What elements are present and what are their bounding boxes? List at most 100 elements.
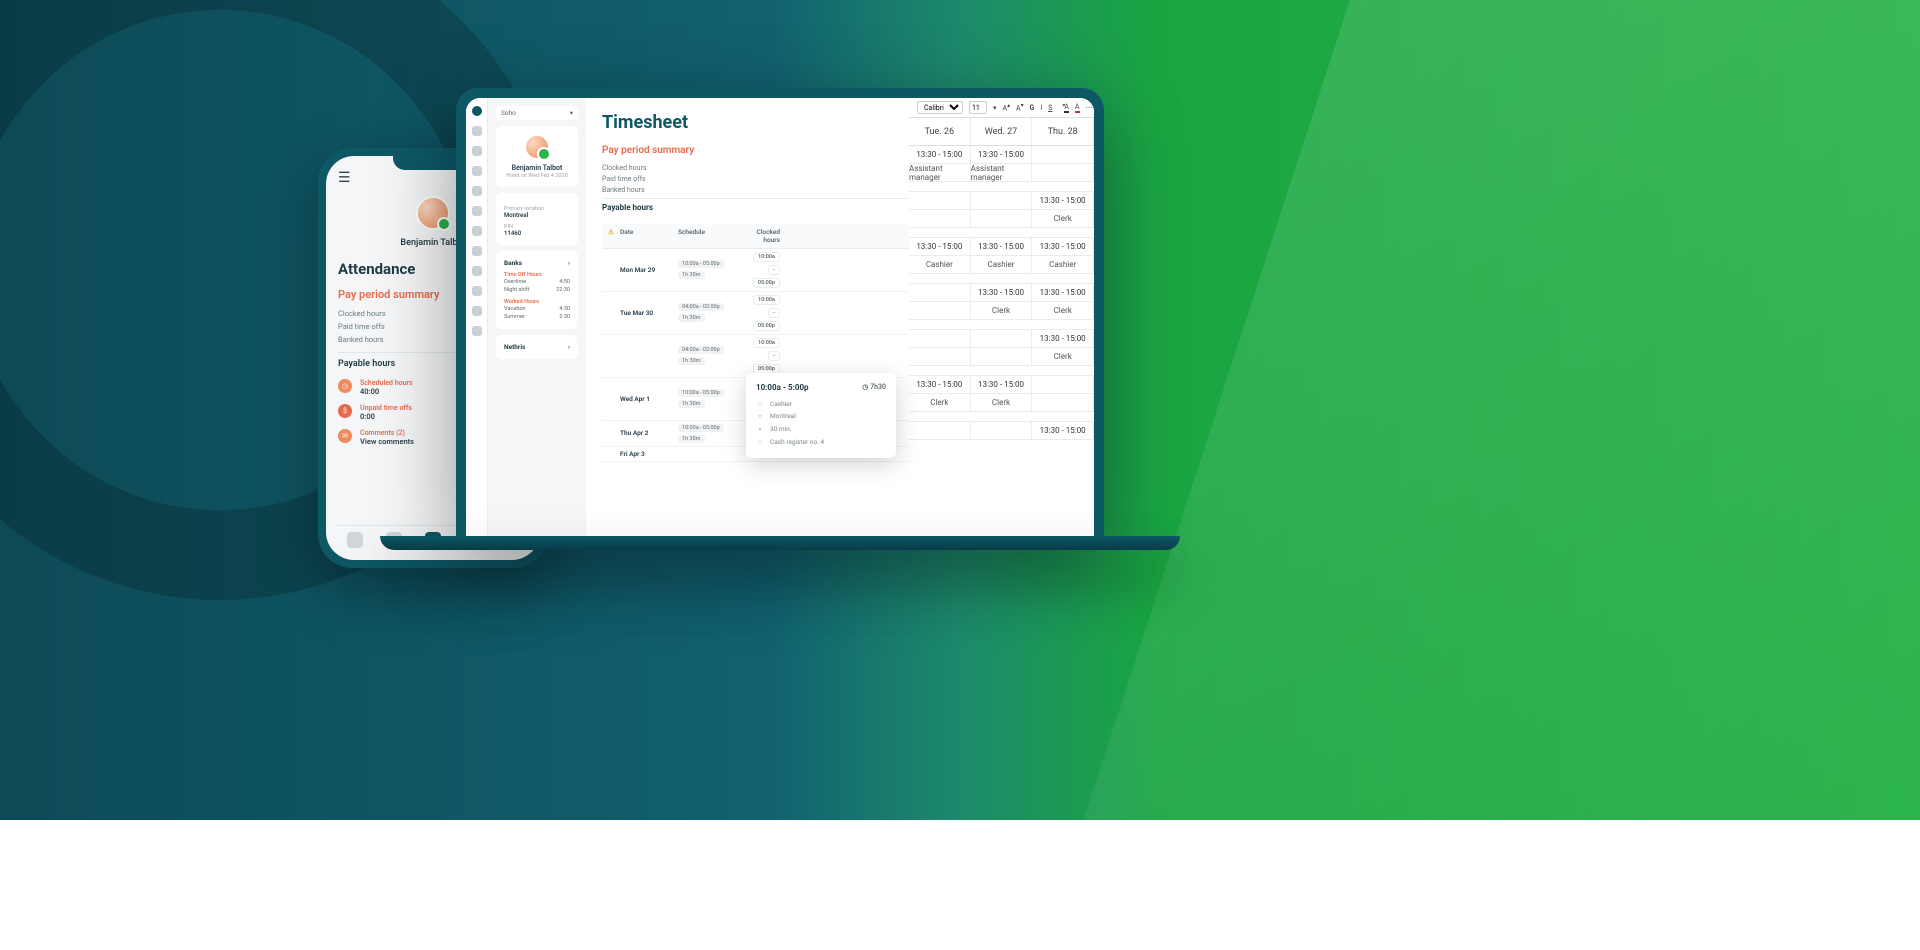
- sheet-row[interactable]: Assistant managerAssistant manager: [909, 164, 1094, 182]
- sheet-row[interactable]: [909, 320, 1094, 330]
- col-header[interactable]: Wed. 27: [971, 118, 1033, 145]
- sheet-row[interactable]: CashierCashierCashier: [909, 256, 1094, 274]
- sheet-cell[interactable]: Cashier: [1032, 256, 1094, 273]
- sheet-cell[interactable]: 13:30 - 15:00: [1032, 422, 1094, 439]
- sheet-cell[interactable]: Clerk: [1032, 210, 1094, 227]
- chevron-right-icon[interactable]: ›: [568, 259, 570, 267]
- font-grow-icon[interactable]: A▴: [1003, 103, 1011, 112]
- popover-register: Cash register no. 4: [770, 438, 824, 446]
- sheet-cell[interactable]: Assistant manager: [909, 164, 971, 181]
- sheet-cell[interactable]: Clerk: [909, 394, 971, 411]
- sheet-cell[interactable]: [909, 192, 971, 209]
- sheet-cell[interactable]: 13:30 - 15:00: [1032, 330, 1094, 347]
- banks-card: Banks› Time Off Hours Overtime4:50 Night…: [496, 251, 578, 329]
- view-comments-link[interactable]: View comments: [360, 437, 414, 446]
- sheet-cell[interactable]: Clerk: [1032, 348, 1094, 365]
- font-size-input[interactable]: [969, 101, 987, 114]
- sheet-row[interactable]: [909, 274, 1094, 284]
- underline-button[interactable]: S: [1048, 104, 1052, 112]
- sheet-row[interactable]: Clerk: [909, 348, 1094, 366]
- font-color-button[interactable]: A: [1075, 103, 1080, 113]
- font-select[interactable]: Calibri: [917, 101, 963, 114]
- chevron-down-icon[interactable]: ▾: [993, 104, 997, 112]
- sheet-cell[interactable]: 13:30 - 15:00: [909, 238, 971, 255]
- sheet-body[interactable]: 13:30 - 15:0013:30 - 15:00Assistant mana…: [909, 146, 1094, 540]
- col-header[interactable]: Thu. 28: [1032, 118, 1094, 145]
- sheet-row[interactable]: ClerkClerk: [909, 394, 1094, 412]
- sheet-cell[interactable]: 13:30 - 15:00: [971, 284, 1033, 301]
- nav-people-icon[interactable]: [472, 166, 482, 176]
- sheet-cell[interactable]: [909, 210, 971, 227]
- user-avatar[interactable]: [416, 196, 450, 230]
- sheet-cell[interactable]: 13:30 - 15:00: [909, 146, 971, 163]
- nav-earth-icon[interactable]: [472, 246, 482, 256]
- sheet-cell[interactable]: [971, 422, 1033, 439]
- sheet-cell[interactable]: [971, 330, 1033, 347]
- nav-time-icon[interactable]: [472, 186, 482, 196]
- sheet-cell[interactable]: [909, 302, 971, 319]
- sheet-cell[interactable]: 13:30 - 15:00: [1032, 238, 1094, 255]
- sheet-cell[interactable]: [909, 348, 971, 365]
- sheet-cell[interactable]: [909, 330, 971, 347]
- sheet-cell[interactable]: Cashier: [909, 256, 971, 273]
- sheet-cell[interactable]: 13:30 - 15:00: [909, 376, 971, 393]
- sheet-row[interactable]: 13:30 - 15:0013:30 - 15:00: [909, 376, 1094, 394]
- sheet-cell[interactable]: [971, 348, 1033, 365]
- sheet-row[interactable]: 13:30 - 15:0013:30 - 15:00: [909, 146, 1094, 164]
- sum-label: Paid time offs: [602, 175, 646, 183]
- sheet-cell[interactable]: [1032, 146, 1094, 163]
- tab-home-icon[interactable]: [347, 532, 363, 548]
- breadcrumb[interactable]: Soho▾: [496, 106, 578, 120]
- sheet-cell[interactable]: Assistant manager: [971, 164, 1033, 181]
- sheet-cell[interactable]: Clerk: [971, 302, 1033, 319]
- nav-org-icon[interactable]: [472, 266, 482, 276]
- app-logo-icon[interactable]: [472, 106, 482, 116]
- sheet-cell[interactable]: [909, 422, 971, 439]
- nav-home-icon[interactable]: [472, 126, 482, 136]
- sheet-row[interactable]: ClerkClerk: [909, 302, 1094, 320]
- sheet-cell[interactable]: Clerk: [1032, 302, 1094, 319]
- laptop-base: [380, 536, 1180, 550]
- bank-label: Vacation: [504, 306, 526, 312]
- sheet-row[interactable]: 13:30 - 15:00: [909, 422, 1094, 440]
- sheet-cell[interactable]: [971, 192, 1033, 209]
- sheet-cell[interactable]: [1032, 394, 1094, 411]
- nav-card-icon[interactable]: [472, 326, 482, 336]
- sheet-row[interactable]: [909, 228, 1094, 238]
- user-avatar[interactable]: [524, 134, 550, 160]
- sheet-cell[interactable]: 13:30 - 15:00: [971, 146, 1033, 163]
- sheet-cell[interactable]: Clerk: [971, 394, 1033, 411]
- sheet-cell[interactable]: [1032, 376, 1094, 393]
- bank-label: Overtime: [504, 279, 526, 285]
- sheet-cell[interactable]: Cashier: [971, 256, 1033, 273]
- sheet-cell[interactable]: 13:30 - 15:00: [1032, 192, 1094, 209]
- sheet-cell[interactable]: [909, 284, 971, 301]
- sheet-cell[interactable]: [971, 210, 1033, 227]
- sheet-row[interactable]: 13:30 - 15:0013:30 - 15:0013:30 - 15:00: [909, 238, 1094, 256]
- sheet-cell[interactable]: [1032, 164, 1094, 181]
- sheet-cell[interactable]: 13:30 - 15:00: [971, 376, 1033, 393]
- nav-stats-icon[interactable]: [472, 286, 482, 296]
- font-shrink-icon[interactable]: A▾: [1016, 103, 1024, 112]
- italic-button[interactable]: I: [1040, 104, 1042, 112]
- sheet-row[interactable]: 13:30 - 15:00: [909, 192, 1094, 210]
- nav-settings-icon[interactable]: [472, 306, 482, 316]
- nav-broadcast-icon[interactable]: [472, 226, 482, 236]
- sheet-cell[interactable]: 13:30 - 15:00: [971, 238, 1033, 255]
- popover-break: 30 min.: [770, 425, 792, 434]
- nav-schedule-icon[interactable]: [472, 146, 482, 156]
- sheet-row[interactable]: 13:30 - 15:00: [909, 330, 1094, 348]
- info-label: Unpaid time offs: [360, 404, 412, 412]
- sheet-row[interactable]: [909, 412, 1094, 422]
- sheet-cell[interactable]: 13:30 - 15:00: [1032, 284, 1094, 301]
- sheet-row[interactable]: Clerk: [909, 210, 1094, 228]
- sheet-row[interactable]: [909, 182, 1094, 192]
- sheet-row[interactable]: 13:30 - 15:0013:30 - 15:00: [909, 284, 1094, 302]
- sum-label: Banked hours: [602, 186, 645, 194]
- integration-card[interactable]: Nethris›: [496, 335, 578, 359]
- more-icon[interactable]: ⋯: [1086, 104, 1093, 112]
- nav-chat-icon[interactable]: [472, 206, 482, 216]
- sheet-row[interactable]: [909, 366, 1094, 376]
- bold-button[interactable]: G: [1030, 104, 1035, 112]
- col-header[interactable]: Tue. 26: [909, 118, 971, 145]
